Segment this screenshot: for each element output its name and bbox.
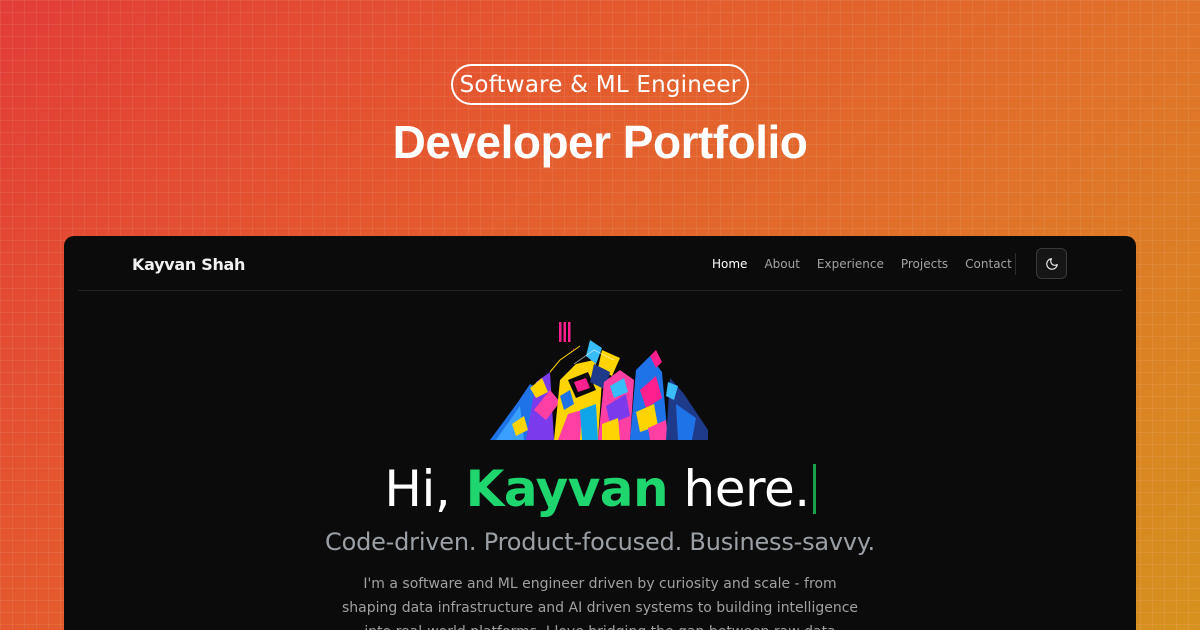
hero-bio: I'm a software and ML engineer driven by…	[341, 576, 859, 630]
role-pill: Software & ML Engineer	[451, 64, 749, 105]
brand-logo[interactable]: Kayvan Shah	[132, 255, 245, 274]
greeting-prefix: Hi,	[384, 460, 466, 518]
nav-links: Home About Experience Projects Contact	[712, 257, 1012, 271]
moon-icon	[1045, 257, 1058, 270]
banner-headline: Developer Portfolio	[392, 116, 808, 168]
nav-divider	[1015, 253, 1016, 275]
hero-name: Kayvan	[465, 460, 669, 518]
nav-link-contact[interactable]: Contact	[965, 257, 1012, 271]
browser-window: Kayvan Shah Home About Experience Projec…	[64, 236, 1136, 630]
typing-cursor	[812, 464, 816, 514]
nav-link-about[interactable]: About	[764, 257, 799, 271]
greeting-suffix: here.	[668, 460, 811, 518]
hero-greeting: Hi, Kayvan here.	[64, 460, 1136, 518]
navbar: Kayvan Shah Home About Experience Projec…	[78, 236, 1122, 291]
nav-link-projects[interactable]: Projects	[901, 257, 948, 271]
nav-link-home[interactable]: Home	[712, 257, 747, 271]
hero-tagline: Code-driven. Product-focused. Business-s…	[325, 528, 875, 556]
theme-toggle-button[interactable]	[1036, 248, 1067, 279]
nav-link-experience[interactable]: Experience	[817, 257, 884, 271]
geometric-logo-art: +	[490, 322, 708, 440]
